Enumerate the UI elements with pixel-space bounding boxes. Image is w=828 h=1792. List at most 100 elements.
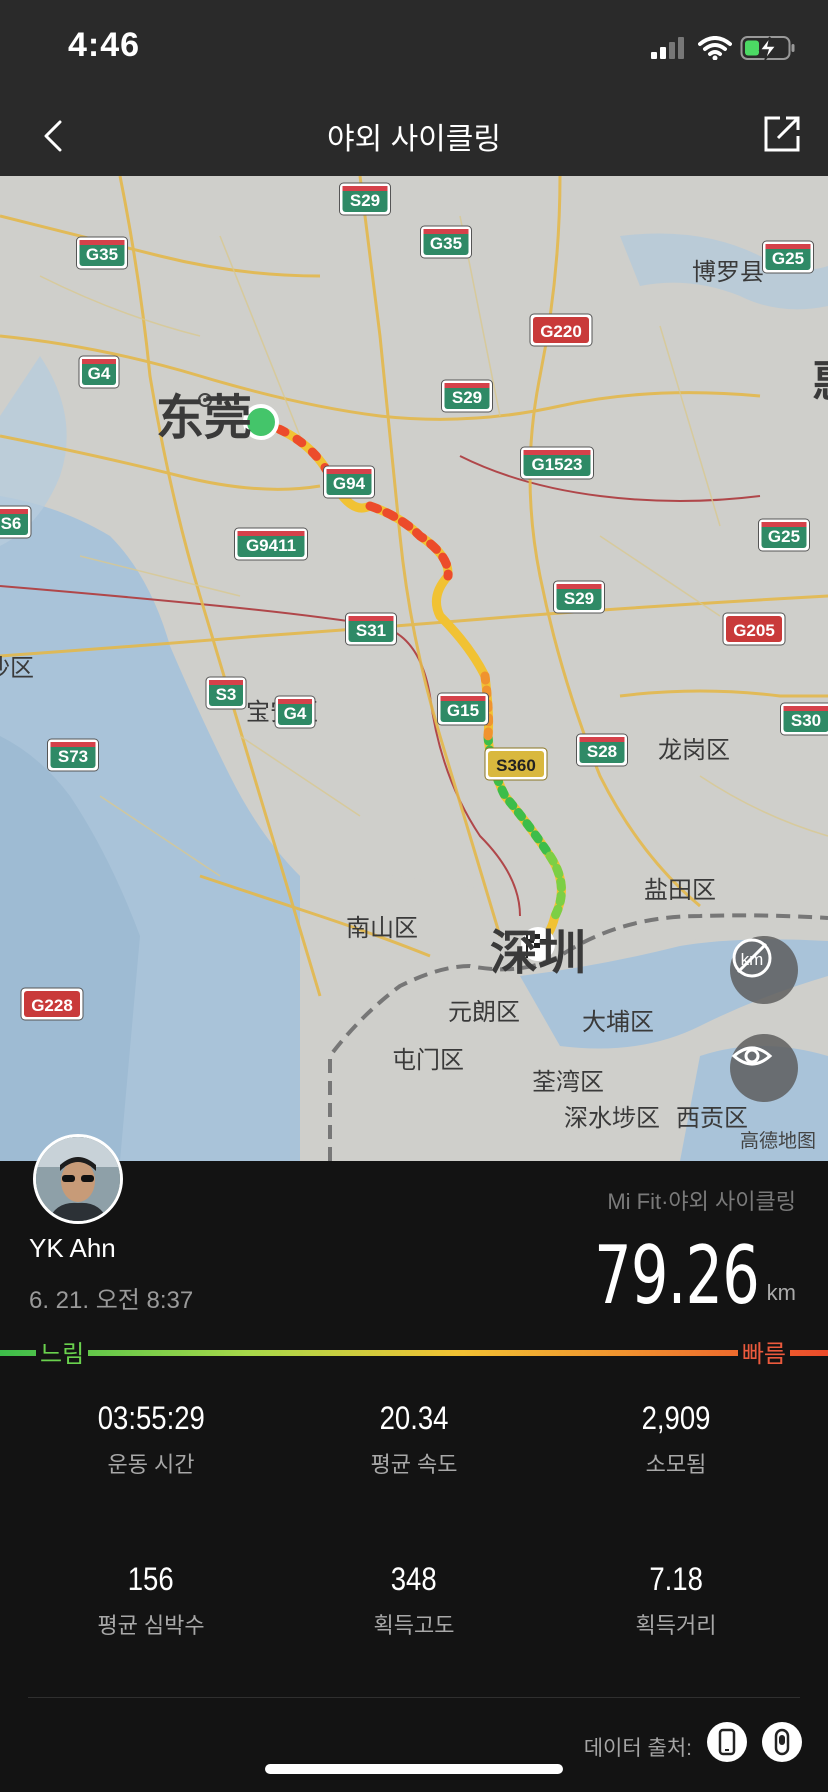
stat-duration: 03:55:29 운동 시간 — [26, 1400, 276, 1479]
workout-datetime: 6. 21. 오전 8:37 — [29, 1287, 194, 1314]
stat-value: 20.34 — [379, 1400, 449, 1436]
road-badge-label: G94 — [333, 474, 366, 493]
road-badge: G4 — [78, 355, 120, 389]
road-badge-label: G25 — [772, 249, 804, 268]
map-watermark: 高德地图 — [739, 1131, 816, 1152]
road-badge: S3 — [205, 676, 247, 710]
stat-calories: 2,909 소모됨 — [551, 1400, 801, 1479]
stat-gain-distance: 7.18 획득거리 — [551, 1561, 801, 1640]
battery-charging-icon — [740, 36, 795, 61]
road-badge-label: S29 — [350, 191, 380, 210]
road-badge: G94 — [323, 465, 375, 499]
city-label: 南山区 — [346, 915, 418, 942]
road-badge-label: G25 — [768, 527, 800, 546]
distance-value: 79.26 — [593, 1229, 760, 1322]
city-label: 西贡区 — [676, 1105, 748, 1132]
stat-label: 평균 심박수 — [97, 1613, 205, 1638]
city-label: 屯门区 — [392, 1047, 464, 1074]
toggle-visibility-button[interactable] — [730, 1034, 798, 1102]
road-badge: G228 — [20, 987, 84, 1021]
city-label: 沙区 — [0, 655, 34, 682]
nav-bar: 야외 사이클링 — [0, 96, 828, 176]
stat-label: 운동 시간 — [107, 1452, 195, 1477]
road-badge: S31 — [345, 612, 397, 646]
stat-value: 348 — [391, 1561, 437, 1597]
road-badge-label: S3 — [216, 685, 237, 704]
route-map[interactable]: 东莞 深圳 博罗县 宝安区 龙岗区 盐田区 南山区 元朗区 大埔区 屯门区 荃湾… — [0, 176, 828, 1161]
road-badge-label: S28 — [587, 742, 617, 761]
stat-value: 03:55:29 — [97, 1400, 205, 1436]
road-badge-label: G15 — [447, 701, 479, 720]
road-badge: S360 — [484, 747, 548, 781]
road-badge: S29 — [553, 580, 605, 614]
road-badge: S29 — [441, 379, 493, 413]
distance-unit: km — [766, 1280, 796, 1305]
eye-icon — [731, 1046, 773, 1066]
road-badge: S28 — [576, 733, 628, 767]
map-canvas: 东莞 深圳 博罗县 宝安区 龙岗区 盐田区 南山区 元朗区 大埔区 屯门区 荃湾… — [0, 176, 828, 1161]
city-label: 深圳 — [490, 927, 586, 980]
stat-value: 7.18 — [649, 1561, 703, 1597]
city-label: 元朗区 — [448, 999, 520, 1026]
road-badge: G9411 — [234, 527, 308, 561]
speed-legend-slow: 느림 — [36, 1334, 89, 1369]
avatar[interactable] — [33, 1134, 123, 1224]
road-badge-label: G9411 — [246, 536, 296, 555]
stat-value: 2,909 — [641, 1400, 711, 1436]
road-badge: G25 — [758, 518, 810, 552]
road-badge: G205 — [722, 612, 786, 646]
workout-detail-screen: 4:46 야외 사이클링 东莞 深圳 博罗县 龙岗区 盐田区 南山区 元朗区 大… — [0, 0, 828, 1792]
road-badge-label: G228 — [31, 996, 73, 1015]
road-badge: S6 — [0, 505, 32, 539]
wifi-icon — [698, 36, 732, 60]
stat-avg-speed: 20.34 평균 속도 — [289, 1400, 539, 1479]
road-badge: S30 — [780, 702, 828, 736]
city-label: 盐田区 — [644, 877, 716, 904]
road-badge: S29 — [339, 182, 391, 216]
speed-legend-bar — [0, 1350, 828, 1356]
stat-elevation-gain: 348 획득고도 — [289, 1561, 539, 1640]
city-label: 惠 — [812, 357, 828, 406]
road-badge-label: S29 — [452, 388, 482, 407]
city-label: 荃湾区 — [532, 1069, 604, 1096]
road-badge: G4 — [274, 695, 316, 729]
city-label: 博罗县 — [692, 259, 764, 286]
city-label: 大埔区 — [582, 1009, 654, 1036]
stat-label: 획득고도 — [373, 1613, 455, 1638]
road-badge-label: G35 — [430, 234, 462, 253]
road-badge-label: S31 — [356, 621, 386, 640]
road-badge: G35 — [420, 225, 472, 259]
avatar-photo — [36, 1137, 120, 1221]
share-button[interactable] — [758, 110, 806, 158]
road-badge-label: S73 — [58, 747, 88, 766]
road-badge: G15 — [437, 692, 489, 726]
stat-avg-heart-rate: 156 평균 심박수 — [26, 1561, 276, 1640]
data-source-label: 데이터 출처: — [583, 1737, 692, 1760]
stat-label: 평균 속도 — [370, 1452, 458, 1477]
city-label: 深水埗区 — [564, 1105, 660, 1132]
band-source-icon[interactable] — [762, 1722, 802, 1762]
road-badge-label: S29 — [564, 589, 594, 608]
toggle-units-button[interactable]: km — [730, 936, 798, 1004]
road-badge: S73 — [47, 738, 99, 772]
phone-source-icon[interactable] — [707, 1722, 747, 1762]
road-badge-label: S30 — [791, 711, 821, 730]
user-name: YK Ahn — [29, 1233, 116, 1263]
road-badge-label: S360 — [496, 756, 536, 775]
home-indicator[interactable] — [265, 1764, 563, 1774]
road-badge-label: G220 — [540, 322, 582, 341]
road-badge-label: G4 — [284, 704, 307, 723]
speed-legend-fast: 빠름 — [737, 1334, 790, 1369]
road-badge-label: G1523 — [531, 455, 582, 474]
road-badge-label: G4 — [88, 364, 111, 383]
stat-label: 소모됨 — [645, 1452, 707, 1477]
page-title: 야외 사이클링 — [327, 123, 501, 156]
city-label: 龙岗区 — [658, 737, 730, 764]
status-bar: 4:46 — [0, 0, 828, 96]
road-badge: G25 — [762, 240, 814, 274]
stat-label: 획득거리 — [635, 1613, 717, 1638]
road-badge-label: G35 — [86, 245, 118, 264]
road-badge: G1523 — [520, 446, 594, 480]
divider — [28, 1697, 800, 1698]
road-badge-label: G205 — [733, 621, 775, 640]
